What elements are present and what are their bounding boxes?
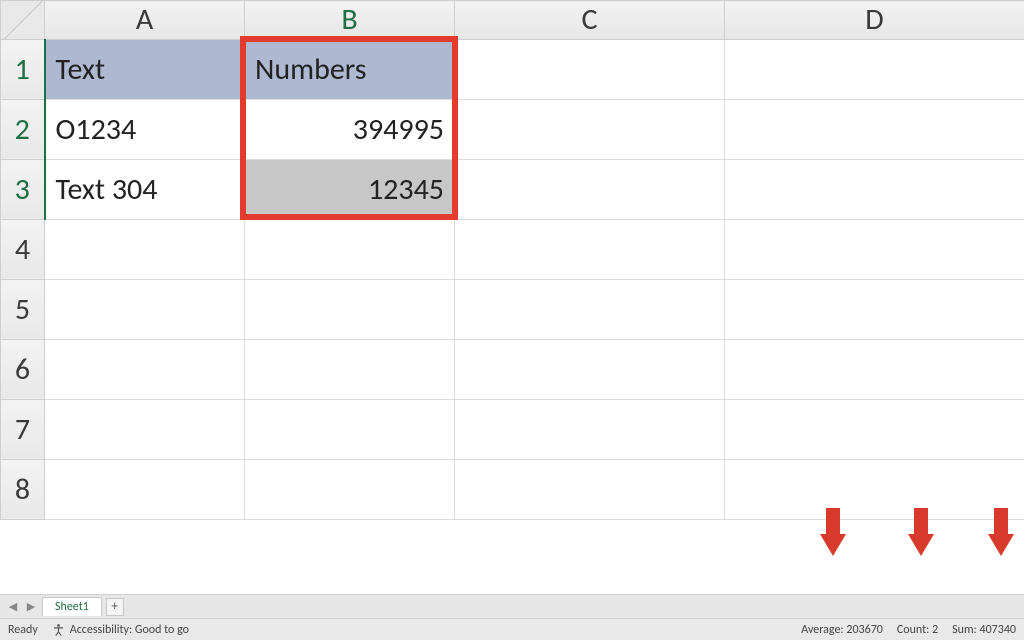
cell-c1[interactable] xyxy=(455,39,725,99)
accessibility-text: Accessibility: Good to go xyxy=(70,623,189,637)
cell-c5[interactable] xyxy=(455,279,725,339)
status-count[interactable]: Count: 2 xyxy=(897,623,938,637)
cell-b2[interactable]: 394995 xyxy=(245,99,455,159)
add-sheet-button[interactable]: + xyxy=(106,598,124,616)
status-average[interactable]: Average: 203670 xyxy=(801,623,883,637)
row-header-1[interactable]: 1 xyxy=(1,39,45,99)
accessibility-status[interactable]: Accessibility: Good to go xyxy=(52,623,189,637)
cell-b6[interactable] xyxy=(245,339,455,399)
row-header-6[interactable]: 6 xyxy=(1,339,45,399)
spreadsheet-grid[interactable]: A B C D 1 Text Numbers 2 O1234 394995 3 … xyxy=(0,0,1024,594)
cell-c3[interactable] xyxy=(455,159,725,219)
row-header-5[interactable]: 5 xyxy=(1,279,45,339)
cell-d1[interactable] xyxy=(725,39,1024,99)
cell-b8[interactable] xyxy=(245,459,455,519)
cell-a7[interactable] xyxy=(45,399,245,459)
cell-a2[interactable]: O1234 xyxy=(45,99,245,159)
cell-b5[interactable] xyxy=(245,279,455,339)
row-header-3[interactable]: 3 xyxy=(1,159,45,219)
cell-d2[interactable] xyxy=(725,99,1024,159)
cell-d8[interactable] xyxy=(725,459,1024,519)
cell-d7[interactable] xyxy=(725,399,1024,459)
cell-c8[interactable] xyxy=(455,459,725,519)
cell-b1[interactable]: Numbers xyxy=(245,39,455,99)
cell-d3[interactable] xyxy=(725,159,1024,219)
tab-nav-prev[interactable]: ◀ xyxy=(6,600,20,614)
col-header-a[interactable]: A xyxy=(45,1,245,40)
row-header-2[interactable]: 2 xyxy=(1,99,45,159)
cell-a8[interactable] xyxy=(45,459,245,519)
accessibility-icon xyxy=(52,623,65,636)
cell-d5[interactable] xyxy=(725,279,1024,339)
status-sum[interactable]: Sum: 407340 xyxy=(952,623,1016,637)
cell-c2[interactable] xyxy=(455,99,725,159)
cell-b7[interactable] xyxy=(245,399,455,459)
cell-d6[interactable] xyxy=(725,339,1024,399)
cell-b4[interactable] xyxy=(245,219,455,279)
cell-a3[interactable]: Text 304 xyxy=(45,159,245,219)
status-bar: Ready Accessibility: Good to go Average:… xyxy=(0,618,1024,640)
row-header-4[interactable]: 4 xyxy=(1,219,45,279)
cell-c6[interactable] xyxy=(455,339,725,399)
cell-c7[interactable] xyxy=(455,399,725,459)
col-header-d[interactable]: D xyxy=(725,1,1024,40)
cell-b3[interactable]: 12345 xyxy=(245,159,455,219)
select-all-corner[interactable] xyxy=(1,1,45,40)
row-header-7[interactable]: 7 xyxy=(1,399,45,459)
status-ready: Ready xyxy=(8,623,38,637)
col-header-b[interactable]: B xyxy=(245,1,455,40)
cell-a5[interactable] xyxy=(45,279,245,339)
cell-c4[interactable] xyxy=(455,219,725,279)
row-header-8[interactable]: 8 xyxy=(1,459,45,519)
cell-a6[interactable] xyxy=(45,339,245,399)
tab-nav-next[interactable]: ▶ xyxy=(24,600,38,614)
sheet-tab-active[interactable]: Sheet1 xyxy=(42,597,102,616)
col-header-c[interactable]: C xyxy=(455,1,725,40)
cell-d4[interactable] xyxy=(725,219,1024,279)
cell-a4[interactable] xyxy=(45,219,245,279)
cell-a1[interactable]: Text xyxy=(45,39,245,99)
sheet-tab-strip: ◀ ▶ Sheet1 + xyxy=(0,594,1024,618)
column-header-row: A B C D xyxy=(1,1,1024,40)
